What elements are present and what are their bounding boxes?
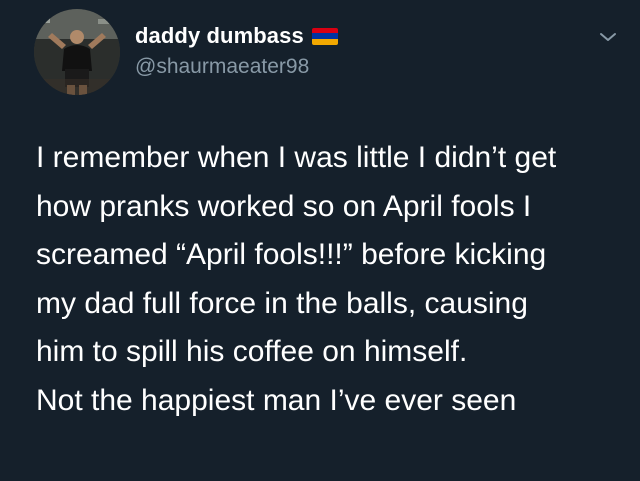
- armenia-flag-icon: [311, 27, 338, 45]
- tweet-text-line: how pranks worked so on April fools I: [36, 189, 532, 223]
- tweet-text-line: my dad full force in the balls, causing: [36, 286, 528, 320]
- tweet-text-line: I remember when I was little I didn’t ge…: [36, 141, 557, 174]
- avatar-photo: [34, 9, 120, 95]
- tweet-card: daddy dumbass @shaurmaeater98 I remember…: [0, 0, 640, 481]
- author-display-name[interactable]: daddy dumbass: [135, 23, 304, 49]
- tweet-text-line: screamed “April fools!!!” before kicking: [36, 238, 547, 271]
- author-name-row[interactable]: daddy dumbass: [135, 22, 338, 50]
- tweet-text: I remember when I was little I didn’t ge…: [36, 134, 636, 425]
- author-handle[interactable]: @shaurmaeater98: [135, 55, 309, 79]
- avatar[interactable]: [34, 9, 120, 95]
- tweet-text-line: Not the happiest man I’ve ever seen: [36, 383, 517, 417]
- tweet-text-line: him to spill his coffee on himself.: [36, 335, 468, 368]
- chevron-down-icon[interactable]: [598, 30, 618, 44]
